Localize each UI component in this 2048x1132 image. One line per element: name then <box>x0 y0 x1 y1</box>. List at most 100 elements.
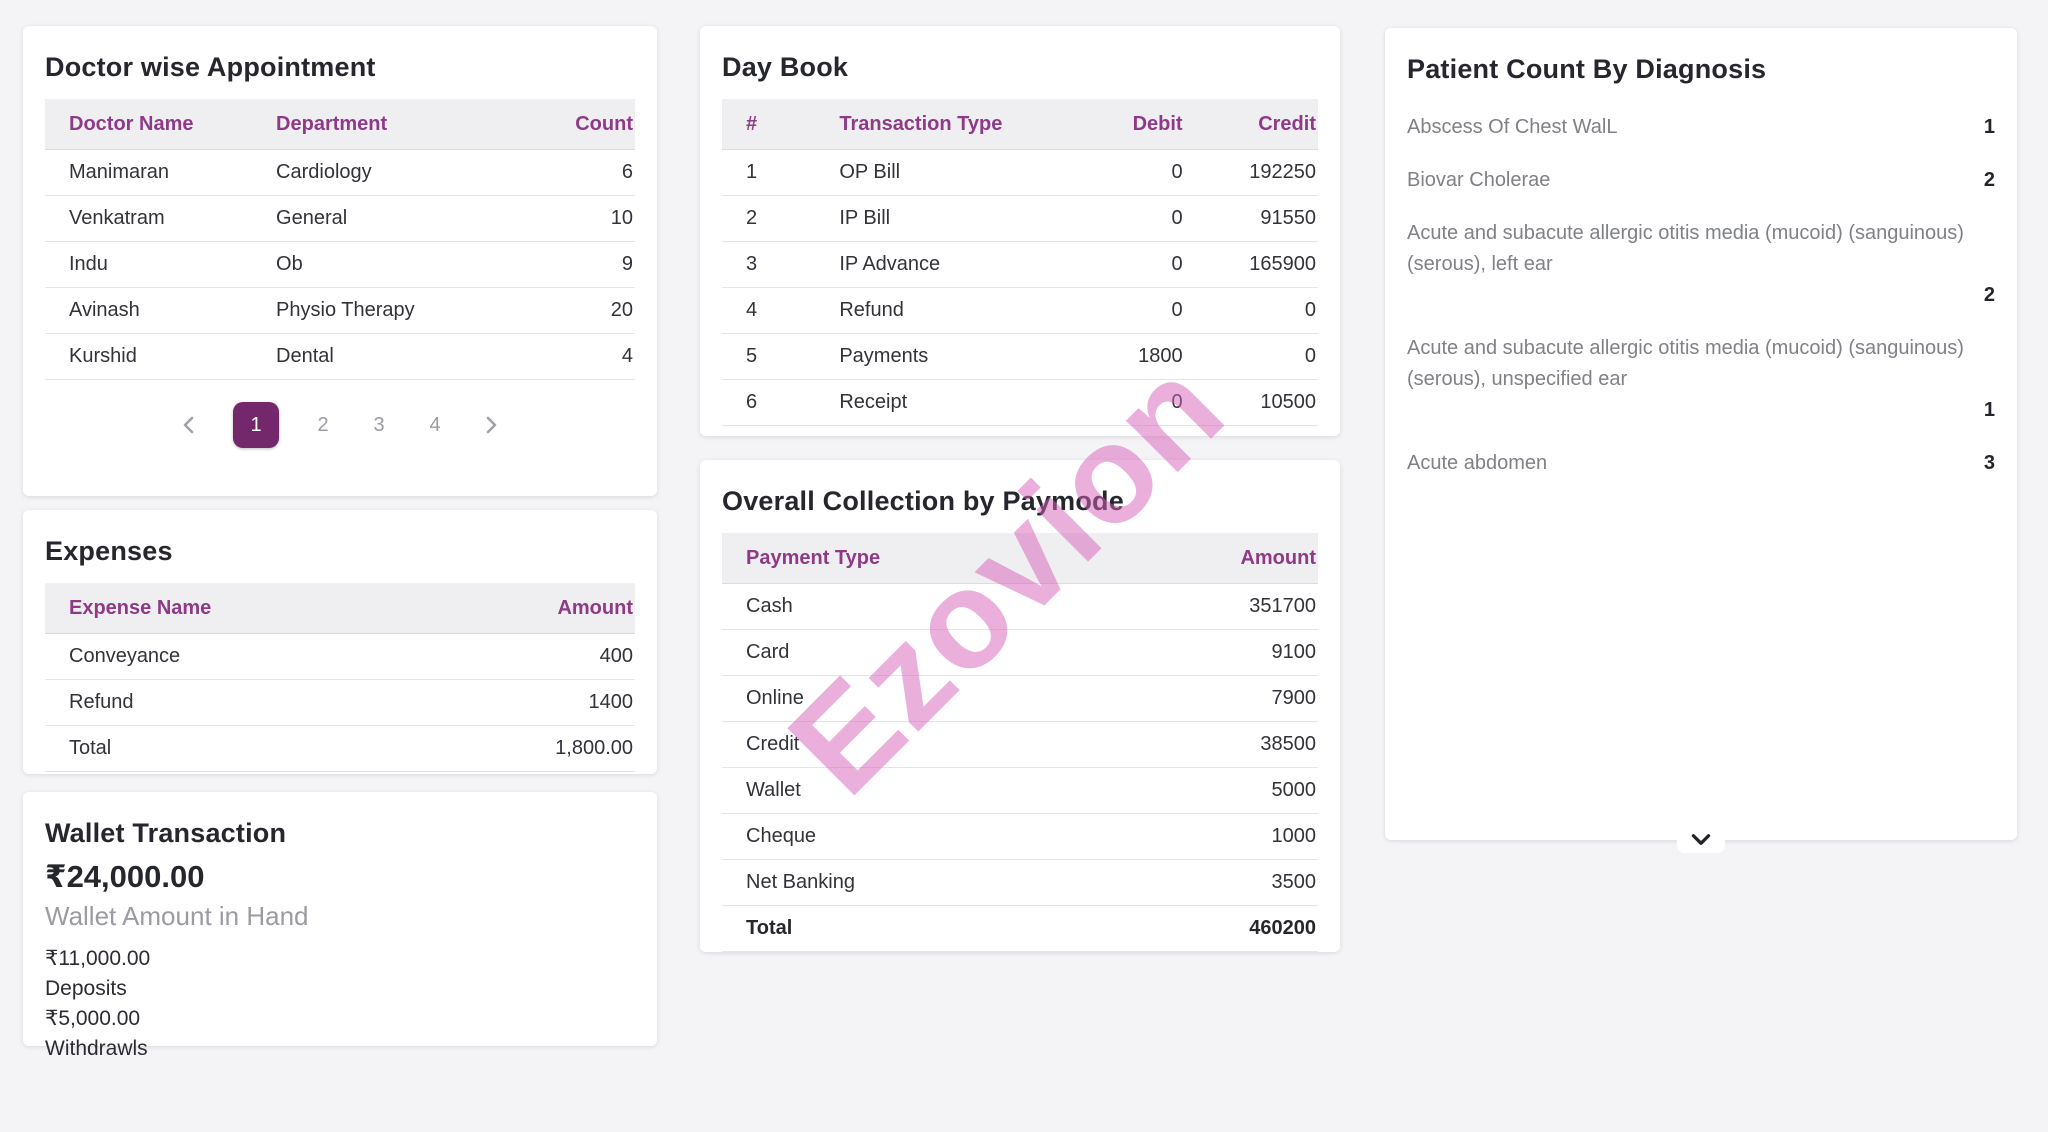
paymode-collection-card: Overall Collection by Paymode Payment Ty… <box>700 460 1340 952</box>
table-cell: 400 <box>418 634 635 680</box>
table-cell: General <box>252 196 513 242</box>
table-row: Cash351700 <box>722 584 1318 630</box>
table-cell: Dental <box>252 334 513 380</box>
table-cell: 91550 <box>1185 196 1318 242</box>
column-header-expense-name: Expense Name <box>45 583 418 634</box>
column-header-amount: Amount <box>1099 533 1318 584</box>
column-header-doctor-name: Doctor Name <box>45 99 252 150</box>
paymode-title: Overall Collection by Paymode <box>722 486 1318 517</box>
table-cell: 0 <box>1051 242 1184 288</box>
table-header-row: # Transaction Type Debit Credit <box>722 99 1318 150</box>
page-button-3[interactable]: 3 <box>367 402 391 448</box>
table-cell: Total <box>45 726 418 772</box>
wallet-balance-label: Wallet Amount in Hand <box>45 901 635 932</box>
table-cell: 4 <box>722 288 815 334</box>
diagnosis-item: Acute abdomen 3 <box>1407 437 1995 490</box>
table-header-row: Doctor Name Department Count <box>45 99 635 150</box>
table-cell: 2 <box>722 196 815 242</box>
column-header-payment-type: Payment Type <box>722 533 1099 584</box>
table-cell: 9100 <box>1099 630 1318 676</box>
day-book-title: Day Book <box>722 52 1318 83</box>
table-cell: 3500 <box>1099 860 1318 906</box>
wallet-withdrawals-amount: ₹5,000.00 <box>45 1004 635 1034</box>
diagnosis-name: Acute and subacute allergic otitis media… <box>1407 333 1995 395</box>
table-row: Total460200 <box>722 906 1318 952</box>
table-cell: 10500 <box>1185 380 1318 426</box>
diagnosis-list: Abscess Of Chest WalL1Biovar Cholerae2Ac… <box>1407 101 1995 490</box>
diagnosis-name: Acute abdomen <box>1407 448 1547 479</box>
column-header-index: # <box>722 99 815 150</box>
column-header-count: Count <box>513 99 635 150</box>
table-row: VenkatramGeneral10 <box>45 196 635 242</box>
pagination: 1234 <box>45 402 635 448</box>
table-cell: 0 <box>1051 196 1184 242</box>
table-cell: 3 <box>722 242 815 288</box>
table-cell: 0 <box>1051 288 1184 334</box>
table-cell: Cardiology <box>252 150 513 196</box>
table-cell: IP Bill <box>815 196 1051 242</box>
column-header-transaction-type: Transaction Type <box>815 99 1051 150</box>
page-button-2[interactable]: 2 <box>311 402 335 448</box>
table-cell: 4 <box>513 334 635 380</box>
table-cell: Total <box>722 906 1099 952</box>
chevron-down-icon[interactable] <box>1677 825 1725 853</box>
chevron-right-icon[interactable] <box>479 413 503 437</box>
table-cell: 0 <box>1051 380 1184 426</box>
doctor-appointment-card: Doctor wise Appointment Doctor Name Depa… <box>23 26 657 496</box>
wallet-balance: ₹24,000.00 <box>45 859 635 895</box>
table-cell: 7900 <box>1099 676 1318 722</box>
diagnosis-title: Patient Count By Diagnosis <box>1407 54 1995 85</box>
chevron-left-icon[interactable] <box>177 413 201 437</box>
diagnosis-item: Acute and subacute allergic otitis media… <box>1407 322 1995 437</box>
page-button-1[interactable]: 1 <box>233 402 279 448</box>
table-row: 3IP Advance0165900 <box>722 242 1318 288</box>
table-header-row: Payment Type Amount <box>722 533 1318 584</box>
diagnosis-item: Biovar Cholerae2 <box>1407 154 1995 207</box>
expenses-card: Expenses Expense Name Amount Conveyance4… <box>23 510 657 774</box>
table-cell: 351700 <box>1099 584 1318 630</box>
diagnosis-count: 3 <box>1984 448 1995 479</box>
table-row: KurshidDental4 <box>45 334 635 380</box>
table-cell: 192250 <box>1185 150 1318 196</box>
table-cell: Physio Therapy <box>252 288 513 334</box>
table-row: 6Receipt010500 <box>722 380 1318 426</box>
table-cell: Kurshid <box>45 334 252 380</box>
column-header-amount: Amount <box>418 583 635 634</box>
diagnosis-name: Acute and subacute allergic otitis media… <box>1407 218 1995 280</box>
table-row: Net Banking3500 <box>722 860 1318 906</box>
table-cell: 9 <box>513 242 635 288</box>
page-button-4[interactable]: 4 <box>423 402 447 448</box>
table-cell: Net Banking <box>722 860 1099 906</box>
table-row: AvinashPhysio Therapy20 <box>45 288 635 334</box>
table-row: 5Payments18000 <box>722 334 1318 380</box>
table-row: Refund1400 <box>45 680 635 726</box>
table-cell: 5000 <box>1099 768 1318 814</box>
table-row: 1OP Bill0192250 <box>722 150 1318 196</box>
table-cell: Payments <box>815 334 1051 380</box>
table-row: ManimaranCardiology6 <box>45 150 635 196</box>
table-cell: 460200 <box>1099 906 1318 952</box>
day-book-card: Day Book # Transaction Type Debit Credit… <box>700 26 1340 436</box>
table-row: 2IP Bill091550 <box>722 196 1318 242</box>
table-cell: Cash <box>722 584 1099 630</box>
diagnosis-name: Abscess Of Chest WalL <box>1407 112 1617 143</box>
diagnosis-item: Abscess Of Chest WalL1 <box>1407 101 1995 154</box>
table-cell: Online <box>722 676 1099 722</box>
table-cell: 6 <box>722 380 815 426</box>
table-row: Wallet5000 <box>722 768 1318 814</box>
table-cell: 1,800.00 <box>418 726 635 772</box>
table-cell: 165900 <box>1185 242 1318 288</box>
expenses-title: Expenses <box>45 536 635 567</box>
table-cell: Receipt <box>815 380 1051 426</box>
table-cell: 5 <box>722 334 815 380</box>
diagnosis-count-card: Patient Count By Diagnosis Abscess Of Ch… <box>1385 28 2017 840</box>
table-cell: Cheque <box>722 814 1099 860</box>
column-header-department: Department <box>252 99 513 150</box>
table-row: Card9100 <box>722 630 1318 676</box>
table-cell: IP Advance <box>815 242 1051 288</box>
diagnosis-count: 1 <box>1984 395 1995 426</box>
wallet-title: Wallet Transaction <box>45 818 635 849</box>
table-row: Online7900 <box>722 676 1318 722</box>
wallet-deposits-amount: ₹11,000.00 <box>45 944 635 974</box>
table-cell: OP Bill <box>815 150 1051 196</box>
